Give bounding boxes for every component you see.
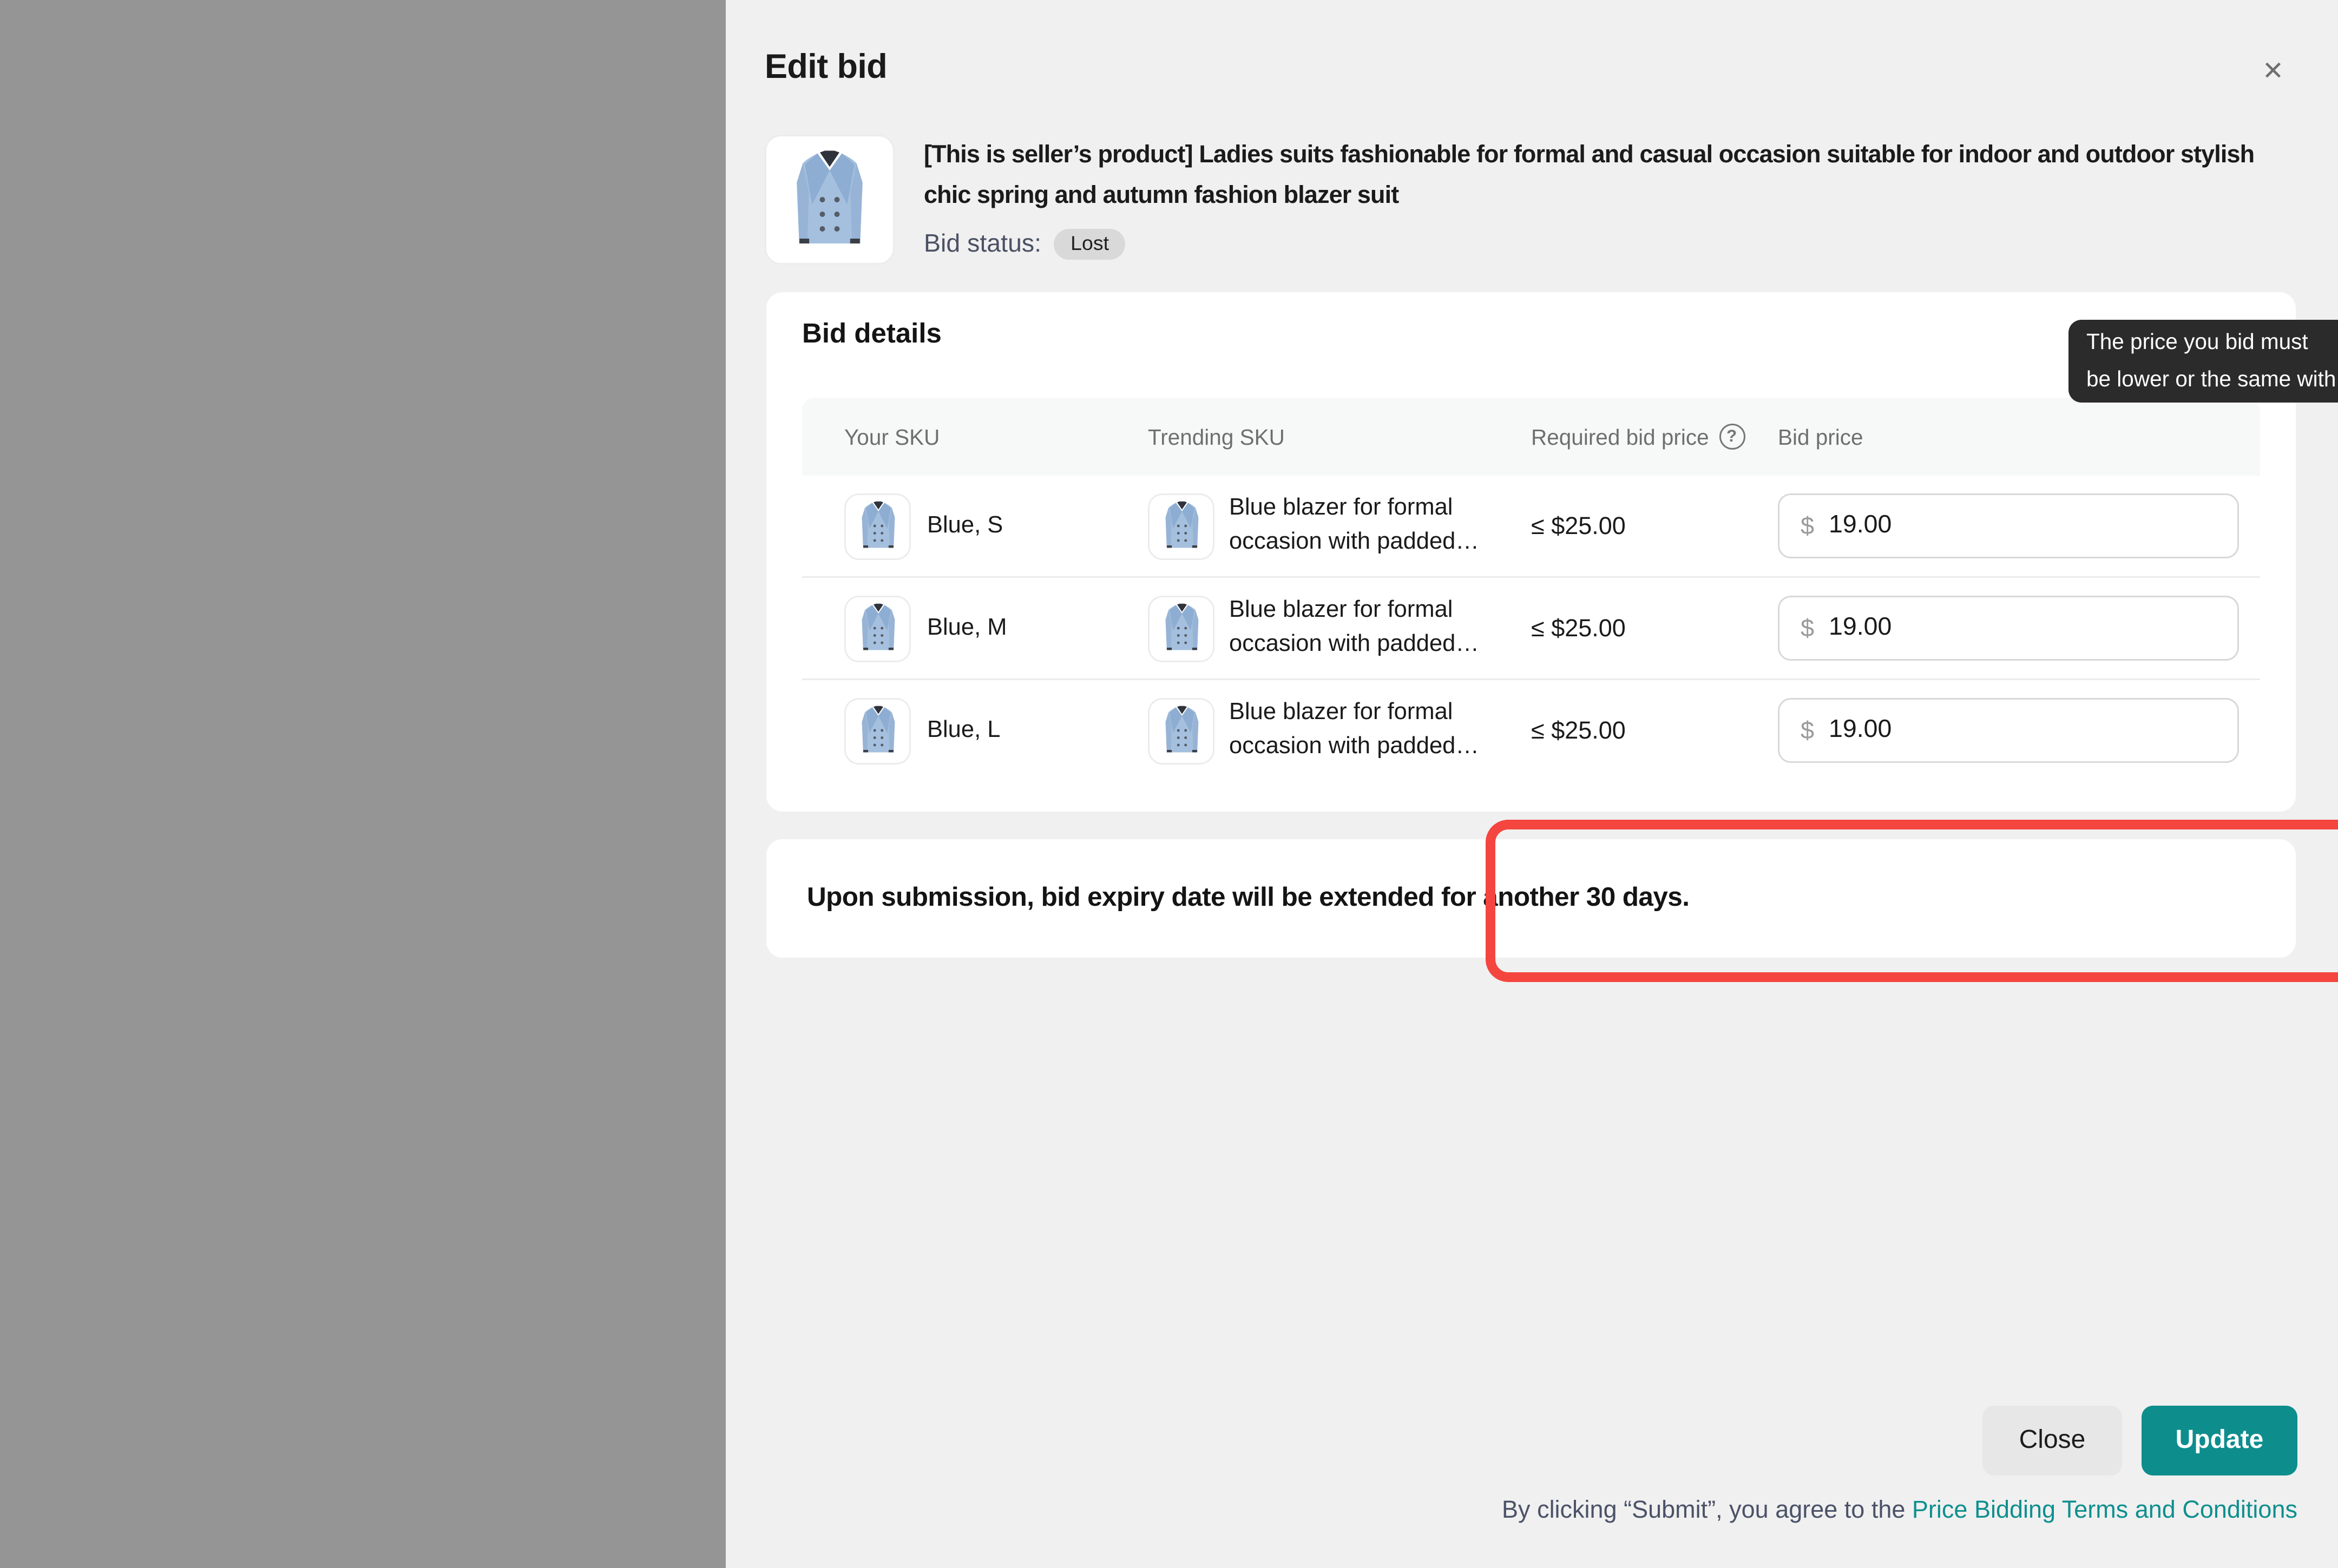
required-bid-price-tooltip: The price you bid must be lower or the s…	[2068, 320, 2338, 403]
bid-status-row: Bid status: Lost	[924, 229, 2296, 260]
currency-symbol: $	[1801, 512, 1814, 540]
currency-symbol: $	[1801, 717, 1814, 745]
bid-details-table: Your SKU Trending SKU Required bid price…	[802, 398, 2260, 781]
bid-price-input[interactable]	[1829, 614, 2153, 643]
trending-sku-value: Blue blazer for formal occasion with pad…	[1229, 492, 1508, 560]
table-row: Blue, M Blue blazer for formal occasion …	[802, 578, 2260, 680]
page-title: Edit bid	[765, 49, 887, 88]
agreement-prefix: By clicking “Submit”, you agree to the	[1502, 1497, 1912, 1524]
bid-details-heading: Bid details	[802, 318, 942, 351]
help-icon[interactable]: ?	[1719, 424, 1745, 450]
table-header: Your SKU Trending SKU Required bid price…	[802, 398, 2260, 476]
terms-link[interactable]: Price Bidding Terms and Conditions	[1912, 1497, 2297, 1524]
trending-sku-image	[1148, 697, 1214, 764]
sku-image	[844, 697, 911, 764]
tooltip-line-1: The price you bid must	[2086, 325, 2338, 361]
column-header-your-sku: Your SKU	[802, 425, 1148, 449]
modal-actions: Close Update	[1982, 1406, 2297, 1475]
status-badge: Lost	[1054, 229, 1125, 260]
bid-price-field[interactable]: $	[1778, 493, 2239, 558]
trending-sku-value: Blue blazer for formal occasion with pad…	[1229, 594, 1508, 662]
agreement-text: By clicking “Submit”, you agree to the P…	[1502, 1497, 2297, 1524]
bid-details-card: Bid details Your SKU Trending SKU Requir…	[766, 292, 2296, 812]
required-bid-price-value: ≤ $25.00	[1531, 717, 1778, 745]
close-button[interactable]: Close	[1982, 1406, 2122, 1475]
bid-status-label: Bid status:	[924, 230, 1041, 259]
your-sku-value: Blue, L	[927, 717, 1000, 743]
trending-sku-image	[1148, 493, 1214, 559]
required-bid-price-value: ≤ $25.00	[1531, 512, 1778, 540]
required-bid-price-value: ≤ $25.00	[1531, 615, 1778, 642]
tooltip-line-2: be lower or the same with this price	[2086, 361, 2338, 398]
expiry-notice-text: Upon submission, bid expiry date will be…	[807, 883, 1689, 914]
bid-price-input[interactable]	[1829, 511, 2153, 541]
bid-price-input[interactable]	[1829, 716, 2153, 745]
edit-bid-modal: Edit bid ✕ [This is seller’s product] La…	[726, 0, 2338, 1568]
product-summary: [This is seller’s product] Ladies suits …	[765, 135, 2296, 265]
modal-backdrop[interactable]	[0, 0, 726, 1568]
trending-sku-value: Blue blazer for formal occasion with pad…	[1229, 696, 1508, 765]
update-button[interactable]: Update	[2142, 1406, 2297, 1475]
sku-image	[844, 493, 911, 559]
table-row: Blue, S Blue blazer for formal occasion …	[802, 476, 2260, 578]
trending-sku-image	[1148, 595, 1214, 662]
column-header-trending-sku: Trending SKU	[1148, 425, 1531, 449]
table-row: Blue, L Blue blazer for formal occasion …	[802, 680, 2260, 781]
screen: Edit bid ✕ [This is seller’s product] La…	[0, 0, 2338, 1568]
close-icon[interactable]: ✕	[2254, 52, 2293, 91]
product-image	[765, 135, 895, 265]
column-header-required-bid-price: Required bid price ?	[1531, 424, 1778, 450]
bid-price-field[interactable]: $	[1778, 698, 2239, 763]
your-sku-value: Blue, S	[927, 513, 1003, 539]
expiry-notice-bar: Upon submission, bid expiry date will be…	[766, 839, 2296, 958]
your-sku-value: Blue, M	[927, 615, 1007, 641]
currency-symbol: $	[1801, 615, 1814, 642]
product-title: [This is seller’s product] Ladies suits …	[924, 135, 2296, 216]
column-header-bid-price: Bid price	[1778, 425, 2260, 449]
sku-image	[844, 595, 911, 662]
bid-price-field[interactable]: $	[1778, 596, 2239, 661]
